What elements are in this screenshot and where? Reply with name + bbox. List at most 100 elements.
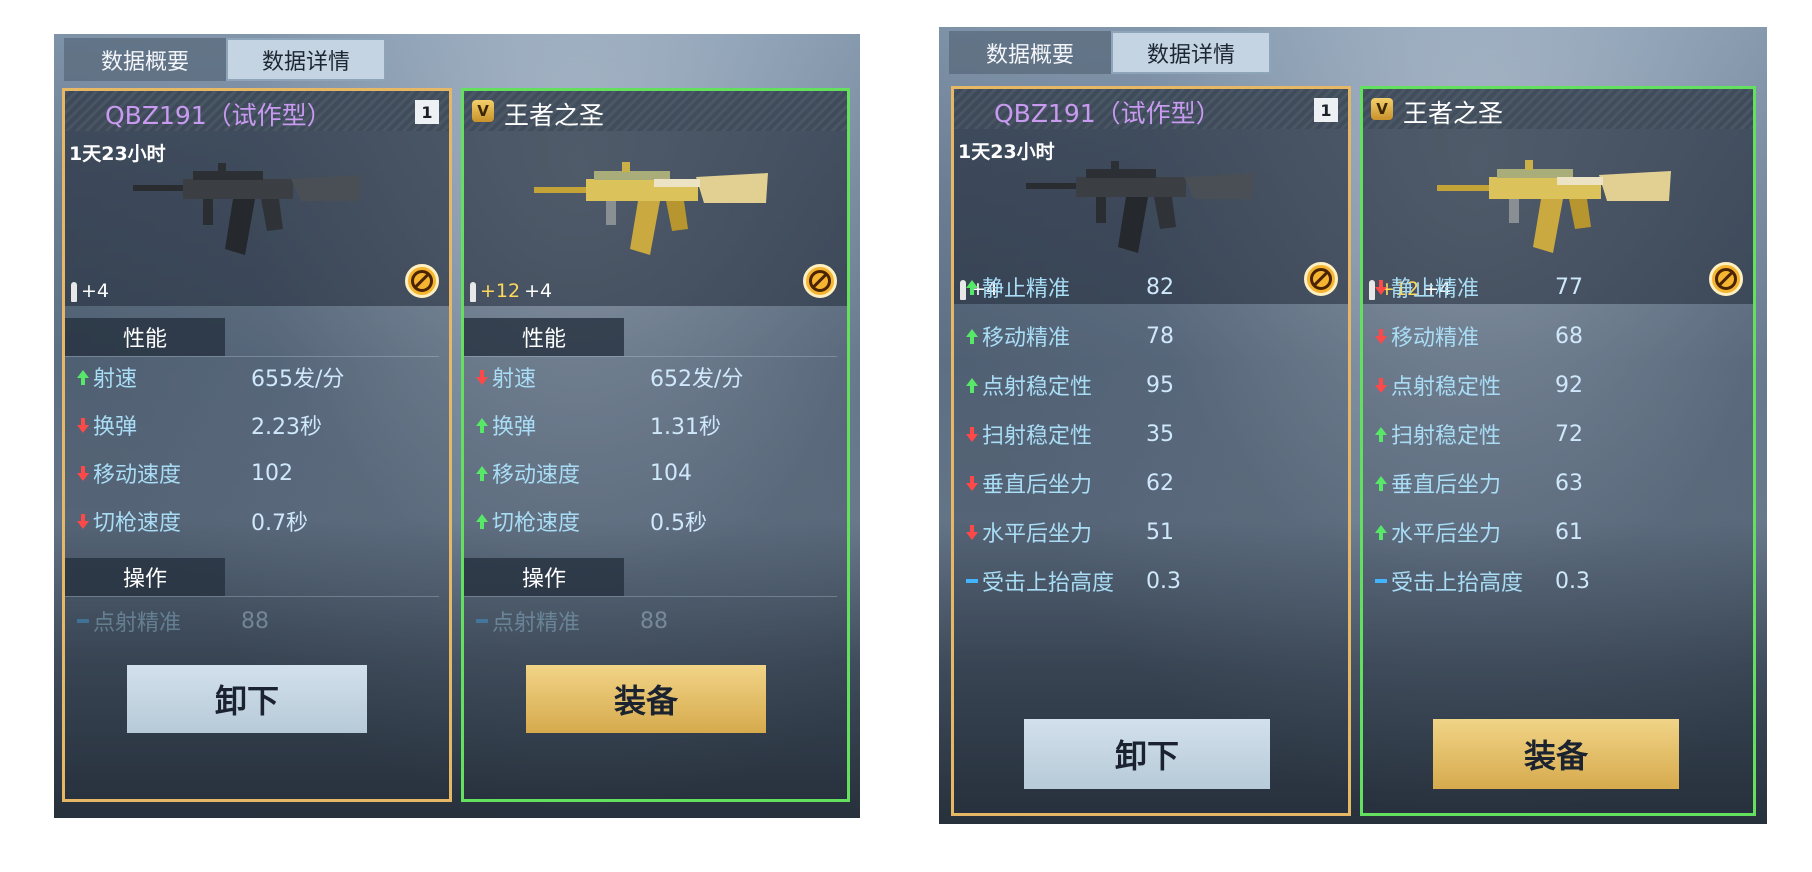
stat-value: 72 bbox=[1555, 421, 1583, 447]
arrow-up-icon bbox=[474, 466, 490, 481]
weapon-header: V 王者之圣 bbox=[464, 91, 847, 131]
stat-value: 62 bbox=[1146, 470, 1174, 496]
stat-label: 移动速度 bbox=[492, 463, 581, 488]
stat-label: 点射稳定性 bbox=[1391, 375, 1502, 400]
current-weapon-card: QBZ191（试作型） 1 1天23小时 +4 性能 射速 655发/分 换弹 … bbox=[62, 88, 452, 802]
stat-value: 1.31秒 bbox=[650, 415, 721, 440]
stat-label: 移动精准 bbox=[1391, 326, 1480, 351]
stat-row: 水平后坐力 51 bbox=[964, 512, 1174, 552]
stat-label: 垂直后坐力 bbox=[982, 473, 1093, 498]
stat-row: 受击上抬高度 0.3 bbox=[964, 561, 1181, 601]
stat-value: 78 bbox=[1146, 323, 1174, 349]
stat-row: 静止精准 77 bbox=[1373, 267, 1583, 307]
stat-row: 扫射稳定性 35 bbox=[964, 414, 1174, 454]
arrow-down-icon bbox=[964, 476, 980, 491]
rarity-badge-icon: V bbox=[472, 100, 494, 122]
stat-label: 射速 bbox=[492, 367, 537, 392]
weapon-image-area: +12 +4 bbox=[464, 131, 847, 306]
arrow-up-icon bbox=[1373, 476, 1389, 491]
new-weapon-card: V 王者之圣 +12 +4 性能 射速 652发/分 换弹 1.31秒移动速度 … bbox=[461, 88, 850, 802]
stat-value: 0.7秒 bbox=[251, 511, 308, 536]
arrow-down-icon bbox=[1373, 280, 1389, 295]
stat-label: 静止精准 bbox=[982, 277, 1071, 302]
stat-value: 0.3 bbox=[1146, 568, 1181, 594]
stat-value: 63 bbox=[1555, 470, 1583, 496]
stat-label: 点射稳定性 bbox=[982, 375, 1093, 400]
attachment-badge-icon[interactable] bbox=[1709, 262, 1743, 296]
assault-rifle-icon bbox=[133, 163, 361, 255]
stat-row: 移动速度 104 bbox=[474, 453, 692, 493]
stat-value: 68 bbox=[1555, 323, 1583, 349]
stat-value: 82 bbox=[1146, 274, 1174, 300]
equal-dash-icon bbox=[1373, 579, 1389, 583]
equip-button[interactable]: 装备 bbox=[1433, 719, 1679, 789]
stat-value: 35 bbox=[1146, 421, 1174, 447]
tab-detail[interactable]: 数据详情 bbox=[1111, 31, 1271, 74]
stat-value: 51 bbox=[1146, 519, 1174, 545]
stat-label: 射速 bbox=[93, 367, 138, 392]
stat-label: 换弹 bbox=[492, 415, 537, 440]
stat-row: 移动精准 68 bbox=[1373, 316, 1583, 356]
weapon-compare-screen-a: 数据概要 数据详情 QBZ191（试作型） 1 1天23小时 +4 性能 射速 … bbox=[54, 34, 860, 818]
stat-value: 104 bbox=[650, 460, 692, 486]
arrow-down-icon bbox=[964, 427, 980, 442]
equip-button[interactable]: 装备 bbox=[526, 665, 766, 733]
tab-detail[interactable]: 数据详情 bbox=[226, 38, 386, 81]
golden-rifle-icon bbox=[1437, 160, 1671, 253]
stat-row: 扫射稳定性 72 bbox=[1373, 414, 1583, 454]
stat-row: 切枪速度 0.7秒 bbox=[75, 501, 308, 541]
tab-overview[interactable]: 数据概要 bbox=[949, 31, 1111, 74]
arrow-up-icon bbox=[964, 280, 980, 295]
stat-row-partial: 点射精准 88 bbox=[474, 601, 668, 641]
stat-row: 点射稳定性 92 bbox=[1373, 365, 1583, 405]
weapon-name: 王者之圣 bbox=[504, 101, 605, 130]
weapon-header: QBZ191（试作型） 1 bbox=[954, 89, 1348, 129]
stat-value: 652发/分 bbox=[650, 367, 744, 392]
bullet-icon bbox=[71, 282, 77, 302]
weapon-header: QBZ191（试作型） 1 bbox=[65, 91, 449, 131]
stat-label: 移动精准 bbox=[982, 326, 1071, 351]
stat-label: 移动速度 bbox=[93, 463, 182, 488]
stat-label: 水平后坐力 bbox=[1391, 522, 1502, 547]
weapon-image-area: 1天23小时 +4 bbox=[65, 131, 449, 306]
section-performance: 性能 bbox=[65, 318, 225, 356]
stat-row-partial: 点射精准 88 bbox=[75, 601, 269, 641]
stat-label: 受击上抬高度 bbox=[1391, 571, 1524, 596]
stat-value: 102 bbox=[251, 460, 293, 486]
stat-value: 92 bbox=[1555, 372, 1583, 398]
unload-button[interactable]: 卸下 bbox=[1024, 719, 1270, 789]
weapon-name: QBZ191（试作型） bbox=[105, 101, 332, 130]
rarity-badge-icon: V bbox=[1371, 98, 1393, 120]
tab-overview[interactable]: 数据概要 bbox=[64, 38, 226, 81]
stat-row: 移动精准 78 bbox=[964, 316, 1174, 356]
current-weapon-card: QBZ191（试作型） 1 1天23小时 +4 静止精准 82 移动精准 78 点射稳定… bbox=[951, 86, 1351, 816]
stat-value: 2.23秒 bbox=[251, 415, 322, 440]
stat-value: 95 bbox=[1146, 372, 1174, 398]
arrow-up-icon bbox=[1373, 525, 1389, 540]
arrow-down-icon bbox=[75, 418, 91, 433]
bullet-icon bbox=[470, 282, 476, 302]
stat-value: 77 bbox=[1555, 274, 1583, 300]
section-operation: 操作 bbox=[464, 558, 624, 596]
stat-row: 射速 655发/分 bbox=[75, 357, 344, 397]
arrow-up-icon bbox=[75, 370, 91, 385]
new-weapon-card: V 王者之圣 +12 +4 静止精准 77 移动精准 68 点射稳定性 92 扫射稳定性 72 垂… bbox=[1360, 86, 1756, 816]
slot-number: 1 bbox=[1314, 98, 1338, 122]
stat-label: 切枪速度 bbox=[93, 511, 182, 536]
assault-rifle-icon bbox=[1026, 161, 1254, 253]
arrow-down-icon bbox=[474, 370, 490, 385]
stat-row: 垂直后坐力 62 bbox=[964, 463, 1174, 503]
arrow-up-icon bbox=[964, 329, 980, 344]
stat-row: 切枪速度 0.5秒 bbox=[474, 501, 707, 541]
attachment-badge-icon[interactable] bbox=[405, 264, 439, 298]
stat-label: 切枪速度 bbox=[492, 511, 581, 536]
stat-value: 0.5秒 bbox=[650, 511, 707, 536]
stat-row: 点射稳定性 95 bbox=[964, 365, 1174, 405]
equal-dash-icon bbox=[964, 579, 980, 583]
unload-button[interactable]: 卸下 bbox=[127, 665, 367, 733]
tab-bar: 数据概要 数据详情 bbox=[64, 38, 386, 81]
attachment-badge-icon[interactable] bbox=[1304, 262, 1338, 296]
stat-row: 换弹 2.23秒 bbox=[75, 405, 322, 445]
arrow-up-icon bbox=[964, 378, 980, 393]
attachment-badge-icon[interactable] bbox=[803, 264, 837, 298]
